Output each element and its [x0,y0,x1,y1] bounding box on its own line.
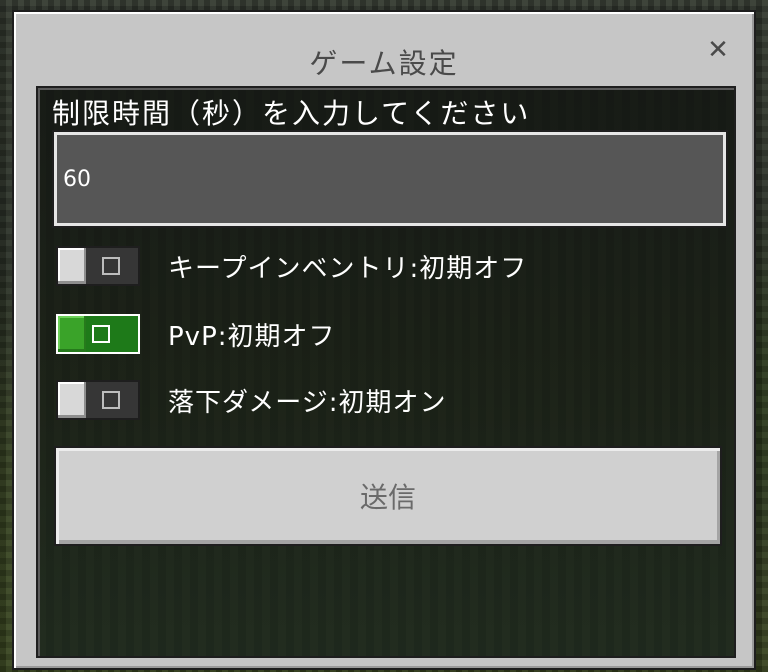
time-limit-value: 60 [63,166,91,192]
toggle-row-fall-damage: 落下ダメージ:初期オン [56,380,446,420]
toggle-on-indicator-icon [92,325,110,343]
form-panel: 制限時間（秒）を入力してください 60 キープインベントリ:初期オフ PvP:初… [36,86,736,658]
game-settings-dialog: ゲーム設定 ✕ 制限時間（秒）を入力してください 60 キープインベントリ:初期… [12,10,756,670]
pvp-toggle[interactable] [56,314,140,354]
keep-inventory-label: キープインベントリ:初期オフ [168,253,528,284]
dialog-title: ゲーム設定 [309,47,459,80]
toggle-off-indicator-icon [102,391,120,409]
time-limit-prompt: 制限時間（秒）を入力してください [52,97,531,130]
fall-damage-label: 落下ダメージ:初期オン [168,387,447,418]
pvp-label: PvP:初期オフ [168,321,336,352]
toggle-knob [58,316,86,352]
toggle-row-pvp: PvP:初期オフ [56,314,336,354]
submit-button[interactable]: 送信 [54,446,722,546]
close-icon[interactable]: ✕ [704,35,732,65]
fall-damage-toggle[interactable] [56,380,140,420]
toggle-off-indicator-icon [102,257,120,275]
keep-inventory-toggle[interactable] [56,246,140,286]
toggle-row-keep-inventory: キープインベントリ:初期オフ [56,246,527,286]
time-limit-input[interactable]: 60 [52,130,728,228]
toggle-knob [58,382,86,418]
toggle-knob [58,248,86,284]
